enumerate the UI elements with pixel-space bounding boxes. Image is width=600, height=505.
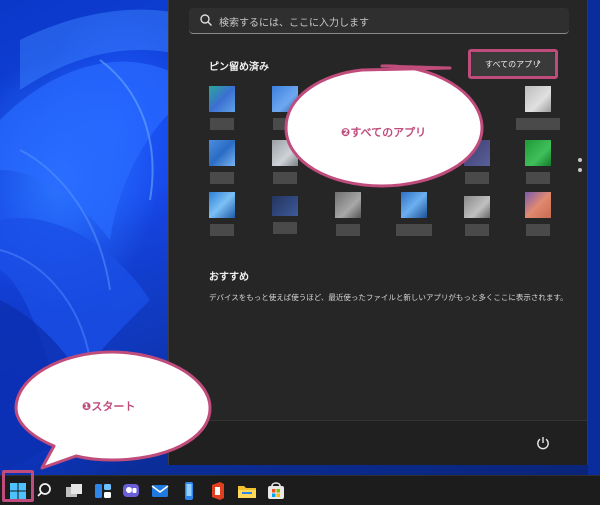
pinned-app[interactable] <box>209 192 235 238</box>
page-dots[interactable] <box>578 158 582 178</box>
app-icon <box>335 192 361 218</box>
search-placeholder: 検索するには、ここに入力します <box>219 18 369 29</box>
chat-icon[interactable] <box>120 480 142 502</box>
app-label-blurred <box>396 224 432 236</box>
pinned-app[interactable] <box>464 196 490 242</box>
search-icon[interactable] <box>35 480 57 502</box>
app-icon <box>525 192 551 218</box>
store-icon[interactable] <box>265 480 287 502</box>
app-icon <box>525 140 551 166</box>
search-input[interactable]: 検索するには、ここに入力します <box>189 8 569 34</box>
app-icon <box>401 192 427 218</box>
page-dot <box>578 158 582 162</box>
app-label-blurred <box>273 222 297 234</box>
app-label-blurred <box>210 224 234 236</box>
start-callout-text: ❶スタート <box>82 400 136 413</box>
taskbar <box>0 475 600 505</box>
pinned-section-title: ピン留め済み <box>209 62 269 73</box>
app-label-blurred <box>526 224 550 236</box>
phone-icon[interactable] <box>178 480 200 502</box>
pinned-app[interactable] <box>525 192 551 238</box>
start-menu-footer <box>169 420 587 465</box>
power-icon[interactable] <box>535 435 551 451</box>
mail-icon[interactable] <box>149 480 171 502</box>
pinned-app[interactable] <box>272 196 298 242</box>
app-label-blurred <box>526 172 550 184</box>
recommended-section-title: おすすめ <box>209 272 249 283</box>
pinned-app[interactable] <box>335 192 361 238</box>
page-dot <box>578 168 582 172</box>
app-icon <box>525 86 551 112</box>
file-explorer-icon[interactable] <box>236 480 258 502</box>
app-label-blurred <box>465 224 489 236</box>
pinned-app[interactable] <box>525 140 551 186</box>
pinned-app[interactable] <box>209 140 235 186</box>
app-label-blurred <box>336 224 360 236</box>
app-icon <box>464 196 490 218</box>
app-label-blurred <box>210 172 234 184</box>
pinned-app[interactable] <box>516 86 560 132</box>
search-icon <box>200 14 212 26</box>
app-icon <box>209 192 235 218</box>
start-button-highlight <box>2 470 34 502</box>
app-label-blurred <box>210 118 234 130</box>
all-apps-callout-text: ❷すべてのアプリ <box>341 126 427 139</box>
recommended-empty-text: デバイスをもっと使えば使うほど、最近使ったファイルと新しいアプリがもっと多くここ… <box>209 293 568 302</box>
office-icon[interactable] <box>207 480 229 502</box>
task-view-icon[interactable] <box>63 480 85 502</box>
app-icon <box>209 140 235 166</box>
app-icon <box>272 196 298 216</box>
pinned-app[interactable] <box>209 86 235 132</box>
pinned-app[interactable] <box>396 192 432 238</box>
widgets-icon[interactable] <box>92 480 114 502</box>
app-icon <box>209 86 235 112</box>
app-label-blurred <box>516 118 560 130</box>
